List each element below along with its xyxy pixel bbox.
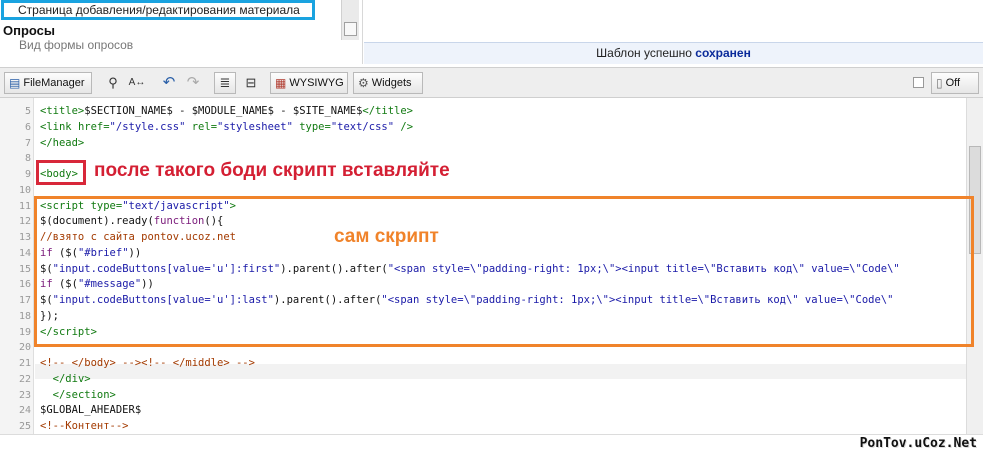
line-number: 15 bbox=[18, 263, 31, 275]
script-block-highlight bbox=[34, 196, 974, 347]
line-number: 24 bbox=[18, 405, 31, 417]
line-number: 9 bbox=[24, 169, 31, 180]
body-annotation: после такого боди скрипт вставляйте bbox=[94, 160, 450, 181]
gear-icon: ⚙ bbox=[358, 76, 369, 91]
editor-bottom-bar bbox=[0, 434, 983, 454]
filemanager-button[interactable]: ▤ FileManager bbox=[4, 72, 92, 94]
scrollbar-thumb[interactable] bbox=[344, 22, 357, 36]
script-annotation: сам скрипт bbox=[334, 226, 439, 247]
section-title-polls: Опросы bbox=[3, 23, 56, 38]
template-item-poll-form[interactable]: Вид формы опросов bbox=[19, 38, 133, 52]
line-numbers-icon[interactable]: ≣ bbox=[214, 72, 236, 94]
widgets-label: Widgets bbox=[371, 77, 412, 89]
line-number: 10 bbox=[18, 184, 31, 196]
undo-icon[interactable]: ↶ bbox=[158, 72, 180, 94]
editor-toolbar: ▤ FileManager ⚲ A↔ ↶ ↷ ≣ ⊟ ▦ WYSIWYG ⚙ Widg… bbox=[0, 67, 983, 98]
widgets-button[interactable]: ⚙ Widgets bbox=[353, 72, 423, 94]
line-number: 23 bbox=[18, 389, 31, 401]
line-number: 5 bbox=[24, 106, 31, 117]
line-number: 12 bbox=[18, 216, 31, 228]
line-number: 6 bbox=[24, 121, 31, 133]
line-number: 22 bbox=[18, 373, 31, 385]
line-number: 16 bbox=[18, 279, 31, 291]
line-number: 21 bbox=[18, 358, 31, 369]
line-number: 17 bbox=[18, 295, 31, 306]
code-line: <title>$SECTION_NAME$ - $MODULE_NAME$ - … bbox=[40, 105, 413, 117]
status-emphasis: сохранен bbox=[695, 46, 751, 60]
code-line: $GLOBAL_AHEADER$ bbox=[40, 404, 142, 417]
code-line: <link href="/style.css" rel="stylesheet"… bbox=[40, 120, 414, 133]
line-number: 14 bbox=[18, 247, 31, 259]
code-line: </div> bbox=[52, 372, 91, 385]
line-number: 25 bbox=[18, 421, 31, 432]
code-line: <!-- </body> --><!-- </middle> --> bbox=[40, 357, 255, 369]
line-number: 8 bbox=[24, 153, 31, 165]
watermark: PonTov.uCoz.Net bbox=[859, 436, 977, 451]
redo-icon[interactable]: ↷ bbox=[182, 72, 204, 94]
wysiwyg-label: WYSIWYG bbox=[289, 77, 344, 89]
wysiwyg-icon: ▦ bbox=[275, 76, 287, 91]
code-line: </section> bbox=[52, 388, 116, 401]
line-number: 7 bbox=[24, 137, 31, 149]
status-prefix: Шаблон успешно bbox=[596, 46, 692, 60]
document-icon: ▯ bbox=[936, 76, 943, 91]
line-number: 13 bbox=[18, 232, 31, 243]
filemanager-label: FileManager bbox=[23, 77, 85, 89]
template-list-scrollbar[interactable] bbox=[341, 0, 359, 40]
off-label: Off bbox=[945, 77, 961, 89]
off-toggle-button[interactable]: ▯ Off bbox=[931, 72, 979, 94]
filemanager-icon: ▤ bbox=[9, 76, 21, 91]
line-number: 20 bbox=[18, 342, 31, 354]
find-icon[interactable]: ⚲ bbox=[102, 72, 124, 94]
line-number: 11 bbox=[18, 200, 31, 212]
template-item-selected[interactable]: Страница добавления/редактирования матер… bbox=[1, 0, 315, 20]
wysiwyg-button[interactable]: ▦ WYSIWYG bbox=[270, 72, 348, 94]
body-tag-highlight bbox=[36, 160, 86, 185]
line-number: 18 bbox=[18, 310, 31, 322]
word-wrap-icon[interactable]: ⊟ bbox=[240, 72, 262, 94]
replace-icon[interactable]: A↔ bbox=[126, 72, 148, 94]
code-line: </head> bbox=[40, 136, 85, 149]
status-message: Шаблон успешно сохранен bbox=[364, 42, 983, 64]
editor-mode-checkbox[interactable] bbox=[913, 77, 924, 88]
code-line: <!--Контент--> bbox=[40, 420, 129, 432]
line-number: 19 bbox=[18, 326, 31, 338]
